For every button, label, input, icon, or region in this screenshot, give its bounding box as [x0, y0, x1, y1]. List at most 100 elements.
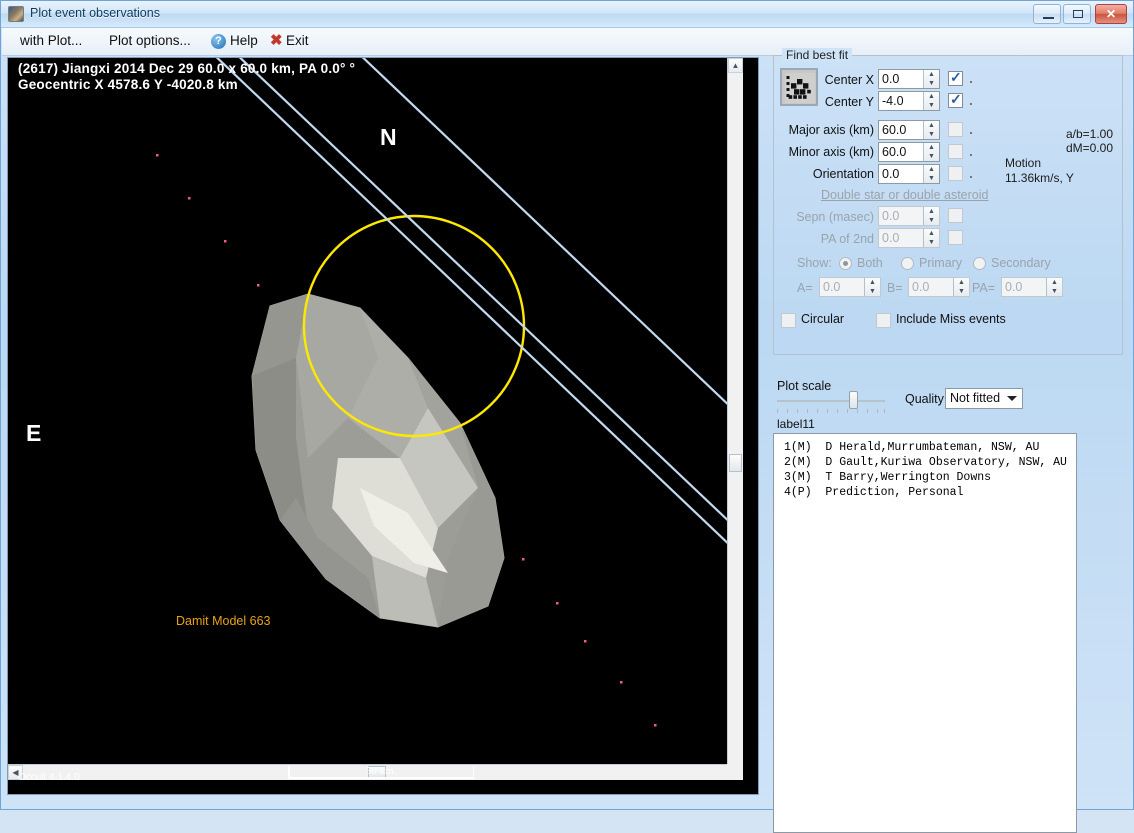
- center-y-value: -4.0: [882, 94, 904, 108]
- help-icon[interactable]: ?: [211, 34, 226, 49]
- scale-bar-line: [288, 777, 474, 779]
- scroll-up-icon[interactable]: ▲: [728, 58, 743, 73]
- plot-header-line2: Geocentric X 4578.6 Y -4020.8 km: [18, 77, 238, 92]
- list-item[interactable]: 1(M) D Herald,Murrumbateman, NSW, AU: [774, 440, 1076, 455]
- center-y-label: Center Y: [824, 95, 874, 109]
- major-axis-label: Major axis (km): [788, 123, 874, 137]
- observer-list[interactable]: 1(M) D Herald,Murrumbateman, NSW, AU 2(M…: [773, 433, 1077, 833]
- menu-item-with-plot[interactable]: with Plot...: [20, 33, 82, 48]
- motion-value: 11.36km/s, Y: [1005, 171, 1074, 185]
- b-label: B=: [887, 281, 903, 295]
- window-title: Plot event observations: [30, 6, 160, 20]
- plot-scale-ticks: [777, 409, 885, 414]
- quality-select[interactable]: Not fitted: [945, 388, 1023, 409]
- east-label: E: [26, 420, 42, 446]
- scale-bar-cap-right: [472, 766, 474, 779]
- center-x-label: Center X: [824, 73, 874, 87]
- find-best-fit-legend: Find best fit: [782, 48, 853, 62]
- quality-label: Quality: [905, 392, 944, 406]
- minor-axis-dot: [970, 154, 972, 156]
- plot-vertical-scrollbar[interactable]: ▲ ▼: [727, 58, 743, 780]
- center-y-dot: [970, 103, 972, 105]
- plot-scale-label: Plot scale: [777, 379, 832, 393]
- circular-label: Circular: [801, 312, 845, 326]
- plot-scale-slider-track[interactable]: [777, 400, 885, 402]
- ab-ratio-label: a/b=1.00: [1065, 127, 1113, 141]
- close-icon: ✕: [1105, 7, 1117, 21]
- asteroid-icon: [8, 6, 24, 22]
- menu-item-help[interactable]: Help: [230, 33, 258, 48]
- title-bar: Plot event observations ✕: [1, 1, 1133, 28]
- orientation-input[interactable]: 0.0 ▲ ▼: [878, 164, 940, 184]
- center-x-input[interactable]: 0.0 ▲ ▼: [878, 69, 940, 89]
- major-axis-value: 60.0: [882, 123, 907, 137]
- major-axis-checkbox[interactable]: [948, 122, 963, 137]
- show-both-label: Both: [857, 256, 883, 270]
- b-stepper: ▲ ▼: [953, 278, 969, 296]
- main-window: Plot event observations ✕ with Plot... P…: [0, 0, 1134, 833]
- list-item[interactable]: 4(P) Prediction, Personal: [774, 485, 1076, 500]
- include-miss-checkbox[interactable]: [876, 313, 891, 328]
- show-label: Show:: [797, 256, 832, 270]
- center-x-value: 0.0: [882, 72, 900, 86]
- plot-header-line1: (2617) Jiangxi 2014 Dec 29 60.0 x 60.0 k…: [18, 61, 356, 76]
- chevron-down-icon[interactable]: [1007, 396, 1017, 401]
- orientation-stepper[interactable]: ▲ ▼: [923, 165, 939, 183]
- close-button[interactable]: ✕: [1095, 4, 1127, 24]
- plot-vscroll-thumb[interactable]: [729, 454, 742, 472]
- menu-item-plot-options[interactable]: Plot options...: [109, 33, 191, 48]
- minimize-icon: [1043, 17, 1054, 19]
- list-item[interactable]: 2(M) D Gault,Kuriwa Observatory, NSW, AU: [774, 455, 1076, 470]
- b-value: 0.0: [912, 280, 930, 294]
- maximize-icon: [1073, 10, 1083, 18]
- menu-item-exit[interactable]: Exit: [286, 33, 309, 48]
- minor-axis-stepper[interactable]: ▲ ▼: [923, 143, 939, 161]
- maximize-button[interactable]: [1063, 4, 1091, 24]
- minor-axis-label: Minor axis (km): [788, 145, 874, 159]
- show-primary-label: Primary: [919, 256, 963, 270]
- pa-label: PA=: [972, 281, 996, 295]
- orientation-dot: [970, 176, 972, 178]
- center-y-stepper[interactable]: ▲ ▼: [923, 92, 939, 110]
- center-x-checkbox[interactable]: [948, 69, 963, 86]
- center-y-input[interactable]: -4.0 ▲ ▼: [878, 91, 940, 111]
- major-axis-stepper[interactable]: ▲ ▼: [923, 121, 939, 139]
- a-value: 0.0: [823, 280, 841, 294]
- show-both-radio: [839, 257, 852, 270]
- center-x-dot: [970, 81, 972, 83]
- b-input: 0.0 ▲ ▼: [908, 277, 970, 297]
- minor-axis-input[interactable]: 60.0 ▲ ▼: [878, 142, 940, 162]
- major-axis-input[interactable]: 60.0 ▲ ▼: [878, 120, 940, 140]
- scale-bar: 50 km.: [288, 765, 474, 780]
- scale-bar-cap-left: [288, 766, 290, 779]
- pa-of-2nd-label: PA of 2nd: [820, 232, 874, 246]
- sepn-value: 0.0: [882, 209, 900, 223]
- pa-input: 0.0 ▲ ▼: [1001, 277, 1063, 297]
- a-stepper: ▲ ▼: [864, 278, 880, 296]
- center-y-checkbox[interactable]: [948, 91, 963, 108]
- occultation-plot[interactable]: (2617) Jiangxi 2014 Dec 29 60.0 x 60.0 k…: [8, 58, 743, 780]
- minimize-button[interactable]: [1033, 4, 1061, 24]
- orientation-checkbox[interactable]: [948, 166, 963, 181]
- sepn-stepper: ▲ ▼: [923, 207, 939, 225]
- show-primary-radio: [901, 257, 914, 270]
- center-x-stepper[interactable]: ▲ ▼: [923, 70, 939, 88]
- show-secondary-radio: [973, 257, 986, 270]
- double-star-heading: Double star or double asteroid: [821, 188, 989, 202]
- orientation-label: Orientation: [812, 167, 874, 181]
- pa-value: 0.0: [1005, 280, 1023, 294]
- sepn-input: 0.0 ▲ ▼: [878, 206, 940, 226]
- minor-axis-checkbox[interactable]: [948, 144, 963, 159]
- exit-icon[interactable]: ✖: [270, 33, 283, 49]
- circular-checkbox[interactable]: [781, 313, 796, 328]
- plot-scale-slider-thumb[interactable]: [849, 391, 858, 409]
- model-label: Damit Model 663: [176, 614, 271, 628]
- major-axis-dot: [970, 132, 972, 134]
- plot-graphics: [8, 58, 743, 780]
- scale-bar-label: 50 km.: [365, 765, 397, 777]
- pa-of-2nd-stepper: ▲ ▼: [923, 229, 939, 247]
- plot-panel: (2617) Jiangxi 2014 Dec 29 60.0 x 60.0 k…: [7, 57, 759, 795]
- sepn-checkbox: [948, 208, 963, 223]
- motion-label: Motion: [1005, 156, 1042, 170]
- list-item[interactable]: 3(M) T Barry,Werrington Downs: [774, 470, 1076, 485]
